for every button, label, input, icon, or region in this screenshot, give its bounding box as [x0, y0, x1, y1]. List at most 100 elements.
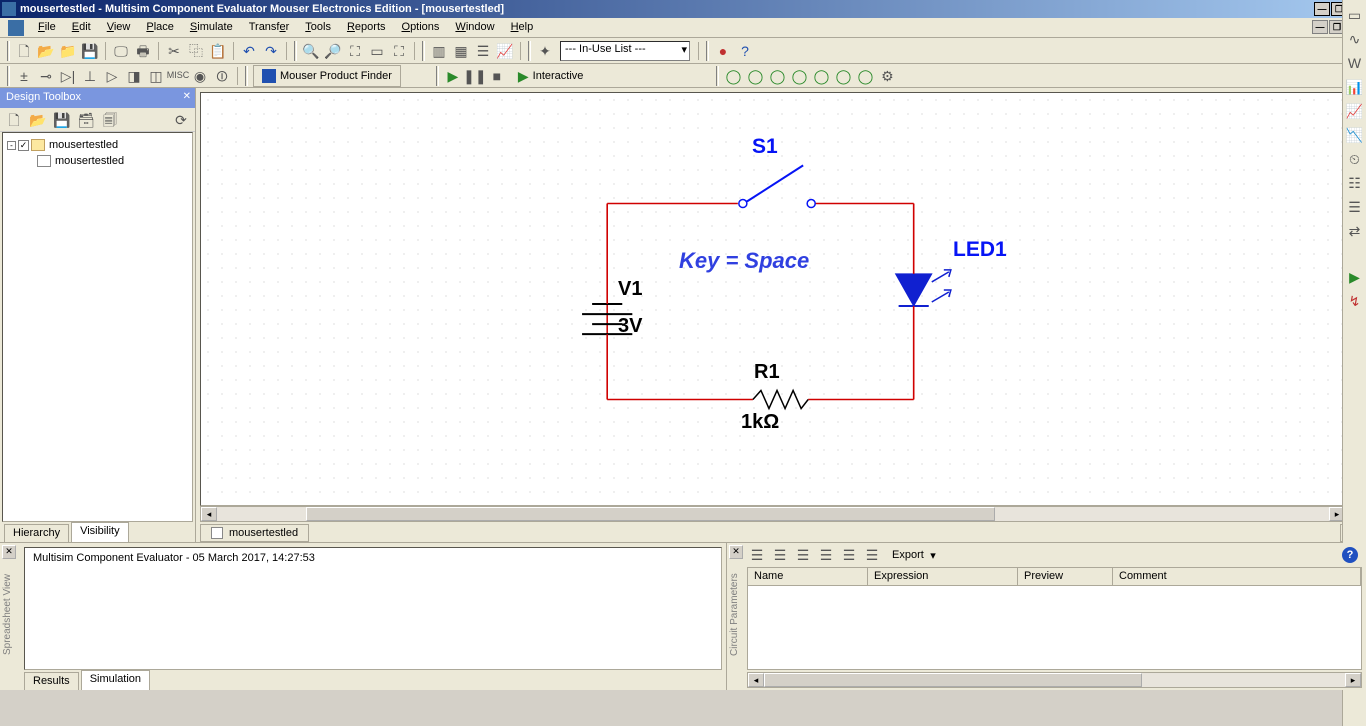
run-button[interactable]: ▶ [442, 65, 464, 87]
instrument-4-button[interactable]: ◯ [788, 65, 810, 87]
tab-hierarchy[interactable]: Hierarchy [4, 524, 69, 542]
component-cmos-button[interactable]: ◫ [145, 65, 167, 87]
param-remove-button[interactable]: ☰ [770, 545, 790, 565]
tab-visibility[interactable]: Visibility [71, 522, 129, 542]
tab-results[interactable]: Results [24, 672, 79, 690]
menu-simulate[interactable]: Simulate [182, 18, 241, 37]
interactive-button[interactable]: ▶ Interactive [510, 65, 592, 87]
instrument-3-button[interactable]: ◯ [766, 65, 788, 87]
component-analog-button[interactable]: ▷ [101, 65, 123, 87]
paste-button[interactable]: 📋 [207, 40, 229, 62]
toolbar-grip[interactable] [706, 41, 709, 61]
canvas-hscrollbar[interactable]: ◂ ▸ [200, 506, 1346, 522]
cut-button[interactable]: ✂ [163, 40, 185, 62]
inuse-list-dropdown[interactable]: --- In-Use List --- [560, 41, 690, 61]
grapher-button[interactable]: 📈 [494, 40, 516, 62]
toolbar-grip[interactable] [436, 66, 439, 86]
instrument-6-button[interactable]: ◯ [832, 65, 854, 87]
instrument-4ch-scope[interactable]: 📈 [1344, 100, 1366, 122]
toolbar-grip[interactable] [7, 66, 10, 86]
project-tree[interactable]: - ✓ mousertestled mousertestled [2, 132, 193, 522]
component-transistor-button[interactable]: ⊥ [79, 65, 101, 87]
params-help-button[interactable]: ? [1342, 547, 1358, 563]
tree-item-child[interactable]: mousertestled [7, 153, 188, 169]
tab-simulation[interactable]: Simulation [81, 670, 150, 690]
params-hscrollbar[interactable]: ◂ ▸ [747, 672, 1362, 688]
instrument-1-button[interactable]: ◯ [722, 65, 744, 87]
scroll-left-button[interactable]: ◂ [201, 507, 217, 521]
col-name[interactable]: Name [748, 568, 868, 586]
instrument-freq-counter[interactable]: ⏲ [1344, 148, 1366, 170]
instrument-7-button[interactable]: ◯ [854, 65, 876, 87]
grid-body[interactable] [748, 586, 1361, 669]
instrument-multimeter[interactable]: ▭ [1344, 4, 1366, 26]
instrument-probe[interactable]: ↯ [1344, 290, 1366, 312]
param-movedown-button[interactable]: ☰ [816, 545, 836, 565]
component-diode-button[interactable]: ▷| [57, 65, 79, 87]
copy-button[interactable]: ⿻ [185, 40, 207, 62]
col-preview[interactable]: Preview [1018, 568, 1113, 586]
scroll-thumb[interactable] [764, 673, 1142, 687]
menu-view[interactable]: View [99, 18, 139, 37]
instrument-wattmeter[interactable]: W [1344, 52, 1366, 74]
instrument-function-gen[interactable]: ∿ [1344, 28, 1366, 50]
scroll-track[interactable] [217, 507, 1329, 521]
menu-transfer[interactable]: Transfer [241, 18, 298, 37]
component-sources-button[interactable]: ± [13, 65, 35, 87]
canvas-tab[interactable]: mousertestled [200, 524, 309, 542]
toolbar-grip[interactable] [245, 66, 248, 86]
battery-v1[interactable] [582, 204, 632, 400]
zoom-sheet-button[interactable]: ▭ [366, 40, 388, 62]
design-toolbox-titlebar[interactable]: Design Toolbox ✕ [0, 88, 195, 108]
schematic-canvas[interactable]: S1 Key = Space LED1 V1 3V R1 1kΩ [200, 92, 1346, 506]
col-expression[interactable]: Expression [868, 568, 1018, 586]
toolbar-grip[interactable] [422, 41, 425, 61]
expand-button[interactable]: - [7, 141, 16, 150]
spreadsheet-close-button[interactable]: ✕ [2, 545, 16, 559]
toolbar-grip[interactable] [7, 41, 10, 61]
dt-close-button[interactable]: 🗐 [100, 110, 120, 130]
instrument-word-gen[interactable]: ☷ [1344, 172, 1366, 194]
electrical-rules-check-button[interactable]: ● [712, 40, 734, 62]
fullscreen-button[interactable]: ⛶ [388, 40, 410, 62]
menu-edit[interactable]: Edit [64, 18, 99, 37]
toolbar-grip[interactable] [716, 66, 719, 86]
toggle-design-toolbox-button[interactable]: ▥ [428, 40, 450, 62]
export-dropdown[interactable]: Export [885, 546, 939, 564]
scroll-right-button[interactable]: ▸ [1345, 673, 1361, 687]
mdi-minimize-button[interactable]: — [1312, 20, 1328, 34]
mouser-product-finder-button[interactable]: Mouser Product Finder [253, 65, 401, 87]
switch-s1[interactable] [739, 165, 815, 207]
toggle-spreadsheet-button[interactable]: ▦ [450, 40, 472, 62]
component-misc-button[interactable]: MISC [167, 65, 189, 87]
save-button[interactable]: 💾 [79, 40, 101, 62]
panel-close-button[interactable]: ✕ [183, 91, 191, 102]
instrument-bode[interactable]: 📉 [1344, 124, 1366, 146]
open-samples-button[interactable]: 📁 [57, 40, 79, 62]
log-output[interactable]: Multisim Component Evaluator - 05 March … [24, 547, 722, 670]
scroll-left-button[interactable]: ◂ [748, 673, 764, 687]
param-copy-button[interactable]: ☰ [839, 545, 859, 565]
dt-new-button[interactable]: 🗋 [4, 110, 24, 130]
instrument-5-button[interactable]: ◯ [810, 65, 832, 87]
instrument-settings-button[interactable]: ⚙ [876, 65, 898, 87]
place-component-button[interactable]: ✦ [534, 40, 556, 62]
led-led1[interactable] [896, 204, 951, 400]
resistor-r1[interactable] [753, 390, 808, 408]
dt-save-button[interactable]: 💾 [52, 110, 72, 130]
menu-help[interactable]: Help [503, 18, 542, 37]
minimize-button[interactable]: — [1314, 2, 1330, 16]
open-button[interactable]: 📂 [35, 40, 57, 62]
col-comment[interactable]: Comment [1113, 568, 1361, 586]
dt-saveall-button[interactable]: 🗃 [76, 110, 96, 130]
new-button[interactable]: 🗋 [13, 40, 35, 62]
toolbar-grip[interactable] [528, 41, 531, 61]
print-button[interactable]: 🖶 [132, 40, 154, 62]
print-preview-button[interactable]: 🖵 [110, 40, 132, 62]
redo-button[interactable]: ↷ [260, 40, 282, 62]
undo-button[interactable]: ↶ [238, 40, 260, 62]
instrument-logic-converter[interactable]: ⇄ [1344, 220, 1366, 242]
menu-tools[interactable]: Tools [297, 18, 339, 37]
scroll-track[interactable] [764, 673, 1345, 687]
component-power-button[interactable]: ⏼ [211, 65, 233, 87]
